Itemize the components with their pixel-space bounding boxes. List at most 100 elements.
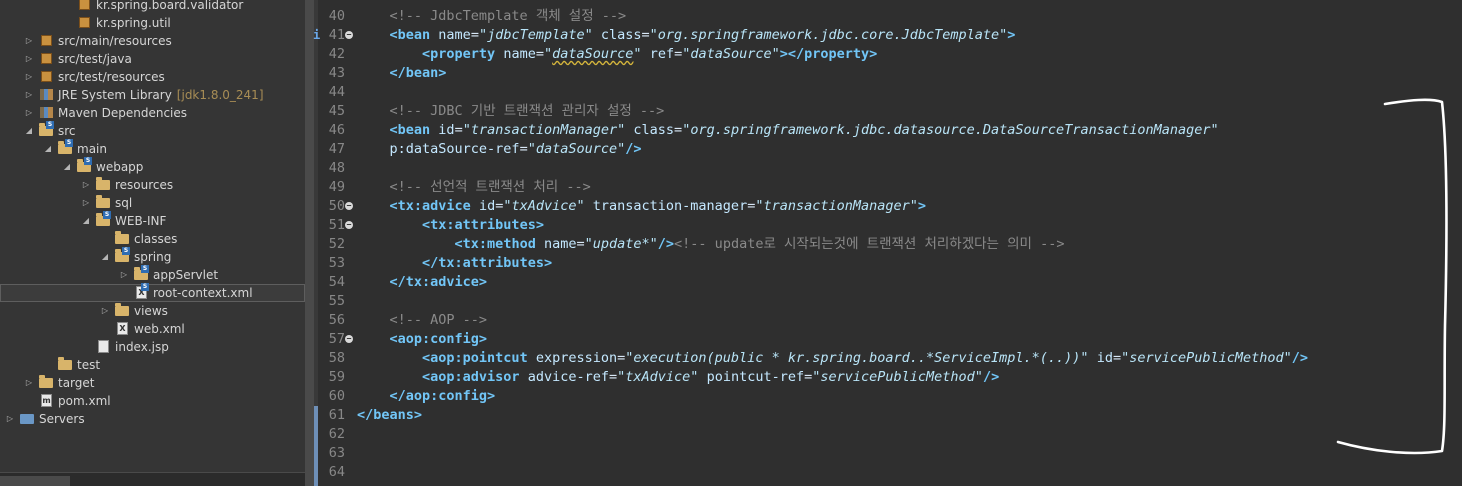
code-line[interactable]: 58 <aop:pointcut expression = "execution(p…	[314, 349, 1462, 368]
tree-item-web-inf[interactable]: ◢ S WEB-INF	[0, 211, 305, 230]
code-line[interactable]: 43 </bean>	[314, 64, 1462, 83]
tree-item-views[interactable]: ▷ views	[0, 302, 305, 320]
tree-item-classes[interactable]: classes	[0, 230, 305, 248]
code-line[interactable]: 41 i − <bean name="jdbcTemplate" class="or…	[313, 26, 1462, 45]
expand-icon[interactable]: ▷	[24, 86, 34, 104]
tree-item-resources[interactable]: ▷ resources	[0, 176, 305, 194]
package-explorer: kr.spring.board.validator kr.spring.util ▷…	[0, 0, 305, 486]
tree-item-root-context-xml[interactable]: X Sroot-context.xml	[0, 283, 305, 302]
xml-editor[interactable]: 40 <!-- JdbcTemplate 객체 설정 --> 41 i − <bean…	[313, 0, 1462, 486]
collapse-icon[interactable]: ◢	[62, 158, 72, 176]
explorer-horizontal-scrollbar-thumb[interactable]	[0, 476, 70, 486]
code-token: "txAdvice"	[617, 369, 699, 385]
tree-item-label: test	[77, 358, 101, 372]
tree-item-kr-spring-board-validator[interactable]: kr.spring.board.validator	[0, 0, 305, 14]
expand-icon[interactable]: ▷	[24, 32, 34, 50]
code-line[interactable]: 59 <aop:advisor advice-ref="txAdvice" po…	[314, 368, 1462, 387]
code-line[interactable]: 47 p:dataSource-ref="dataSource"/>	[314, 140, 1462, 159]
tree-item-maven-dependencies[interactable]: ▷ Maven Dependencies	[0, 104, 305, 122]
code-line[interactable]: 42 <property name="dataSource" ref="data…	[314, 45, 1462, 64]
tree-item-sql[interactable]: ▷ sql	[0, 194, 305, 212]
code-token: </tx:advice>	[389, 274, 488, 290]
collapse-icon[interactable]: ◢	[81, 212, 91, 230]
tree-item-index-jsp[interactable]: index.jsp	[0, 338, 305, 356]
code-token: =	[674, 46, 683, 62]
fold-collapse-icon[interactable]: −	[345, 31, 353, 39]
code-line[interactable]: 60 </aop:config>	[314, 387, 1462, 406]
code-line[interactable]: 54 </tx:advice>	[314, 273, 1462, 292]
view-splitter[interactable]	[305, 0, 314, 486]
line-number: 50	[328, 198, 345, 214]
expand-icon[interactable]: ▷	[119, 266, 129, 284]
collapse-icon[interactable]: ◢	[100, 248, 110, 266]
fold-collapse-icon[interactable]: −	[345, 335, 353, 343]
code-line[interactable]: 55	[314, 292, 1462, 311]
tree-item-target[interactable]: ▷ target	[0, 374, 305, 392]
expand-icon[interactable]: ▷	[24, 50, 34, 68]
code-line[interactable]: 61 </beans>	[314, 406, 1462, 425]
fold-collapse-icon[interactable]: −	[345, 221, 353, 229]
collapse-icon[interactable]: ◢	[24, 122, 34, 140]
code-line[interactable]: 44	[314, 83, 1462, 102]
collapse-icon[interactable]: ◢	[43, 140, 53, 158]
tree-item-appservlet[interactable]: ▷ SappServlet	[0, 265, 305, 284]
tree-item-src-main-resources[interactable]: ▷ src/main/resources	[0, 32, 305, 50]
expand-icon[interactable]: ▷	[24, 68, 34, 86]
expand-icon[interactable]: ▷	[24, 374, 34, 392]
code-line[interactable]: 53 </tx:attributes>	[314, 254, 1462, 273]
tree-item-jre-system-library[interactable]: ▷ JRE System Library [jdk1.8.0_241]	[0, 86, 305, 104]
info-marker-icon[interactable]: i	[313, 26, 320, 45]
tree-item-servers[interactable]: ▷ Servers	[0, 410, 305, 428]
tree-item-main[interactable]: ◢ Smain	[0, 139, 305, 158]
tree-item-label: sql	[115, 196, 133, 210]
code-token: ref	[649, 46, 675, 62]
code-token: "update*"	[584, 236, 658, 252]
code-token: <aop:config>	[389, 331, 488, 347]
tree-item-web-xml[interactable]: Xweb.xml	[0, 320, 305, 338]
tree-item-kr-spring-util[interactable]: kr.spring.util	[0, 14, 305, 32]
code-line[interactable]: 56 <!-- AOP -->	[314, 311, 1462, 330]
code-line[interactable]: 46 <bean id="transactionManager" class="…	[314, 121, 1462, 140]
code-line[interactable]: 62	[314, 425, 1462, 444]
expand-icon[interactable]: ▷	[81, 194, 91, 212]
code-token: <tx:advice	[389, 198, 471, 214]
tree-item-spring[interactable]: ◢ Sspring	[0, 247, 305, 266]
code-line[interactable]: 40 <!-- JdbcTemplate 객체 설정 -->	[314, 7, 1462, 26]
expand-icon[interactable]: ▷	[81, 176, 91, 194]
code-token: =	[470, 27, 479, 43]
expand-icon[interactable]: ▷	[100, 302, 110, 320]
line-number: 51	[328, 217, 345, 233]
fold-collapse-icon[interactable]: −	[345, 202, 353, 210]
line-number: 62	[328, 426, 345, 442]
code-line[interactable]: 50− <tx:advice id="txAdvice" transaction…	[314, 197, 1462, 216]
folder-icon	[39, 375, 55, 390]
code-line[interactable]: 51− <tx:attributes>	[314, 216, 1462, 235]
code-line[interactable]: 64	[314, 463, 1462, 482]
code-line[interactable]: 45 <!-- JDBC 기반 트랜잭션 관리자 설정 -->	[314, 102, 1462, 121]
code-line[interactable]: 52 <tx:method name="update*"/><!-- updat…	[314, 235, 1462, 254]
code-line[interactable]: 57− <aop:config>	[314, 330, 1462, 349]
tree-item-src-test-java[interactable]: ▷ src/test/java	[0, 50, 305, 68]
code-token: name	[503, 46, 536, 62]
code-line[interactable]: 48	[314, 159, 1462, 178]
code-token: =	[1112, 350, 1122, 366]
code-token: "dataSource"	[527, 141, 626, 157]
expand-icon[interactable]: ▷	[24, 104, 34, 122]
code-line[interactable]: 49 <!-- 선언적 트랜잭션 처리 -->	[314, 178, 1462, 197]
folder-icon	[115, 231, 131, 246]
tree-item-src[interactable]: ◢ Ssrc	[0, 121, 305, 140]
line-number: 61	[328, 407, 345, 423]
line-number: 45	[328, 103, 345, 119]
tree-item-webapp[interactable]: ◢ Swebapp	[0, 157, 305, 176]
tree-item-pom-xml[interactable]: m pom.xml	[0, 392, 305, 410]
tree-item-test[interactable]: test	[0, 356, 305, 374]
tree-item-src-test-resources[interactable]: ▷ src/test/resources	[0, 68, 305, 86]
expand-icon[interactable]: ▷	[5, 410, 15, 428]
code-line[interactable]: 63	[314, 444, 1462, 463]
code-token: <tx:attributes>	[422, 217, 544, 233]
